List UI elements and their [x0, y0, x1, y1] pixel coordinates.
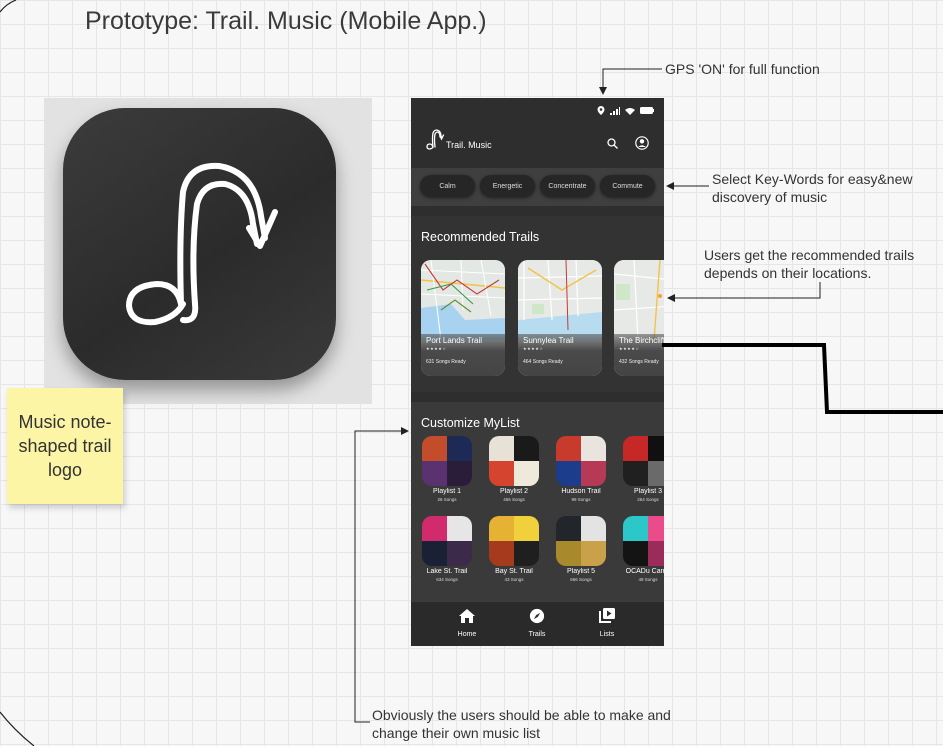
annotation-gps: GPS 'ON' for full function: [665, 61, 820, 77]
annotation-connectors: [354, 68, 943, 723]
annotation-mylist-line2: change their own music list: [372, 725, 541, 741]
annotation-mylist-line1: Obviously the users should be able to ma…: [372, 707, 671, 723]
annotation-keywords-line2: discovery of music: [712, 189, 828, 205]
annotation-mylist: Obviously the users should be able to ma…: [372, 706, 671, 742]
annotation-keywords-line1: Select Key-Words for easy&new: [712, 171, 913, 187]
annotation-keywords: Select Key-Words for easy&new discovery …: [712, 170, 913, 206]
annotation-recommend: Users get the recommended trails depends…: [704, 246, 914, 282]
annotation-recommend-line1: Users get the recommended trails: [704, 247, 915, 263]
annotation-recommend-line2: depends on their locations.: [704, 265, 872, 281]
